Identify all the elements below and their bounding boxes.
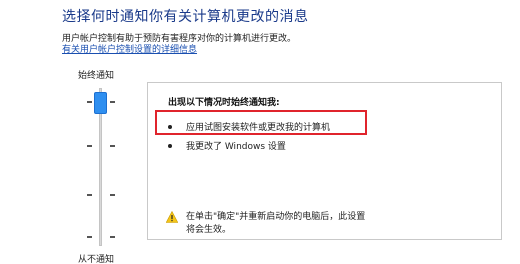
slider-tick (110, 101, 115, 103)
page-title: 选择何时通知你有关计算机更改的消息 (62, 9, 309, 25)
warning-triangle-icon (166, 211, 178, 223)
slider-tick (110, 145, 115, 147)
highlight-annotation (155, 110, 367, 135)
bullet-icon (168, 143, 172, 148)
notification-level-slider[interactable] (83, 84, 119, 250)
uac-settings-page: 选择何时通知你有关计算机更改的消息 用户帐户控制有助于预防有害程序对你的计算机进… (0, 0, 520, 264)
slider-tick (87, 145, 92, 147)
list-item: 我更改了 Windows 设置 (168, 139, 286, 152)
list-item-text: 我更改了 Windows 设置 (186, 142, 286, 152)
slider-tick (110, 236, 115, 238)
uac-info-link[interactable]: 有关用户帐户控制设置的详细信息 (62, 42, 197, 55)
notification-info-panel: 出现以下情况时始终通知我: 应用试图安装软件或更改我的计算机 我更改了 Wind… (147, 82, 502, 240)
panel-heading: 出现以下情况时始终通知我: (168, 98, 280, 108)
slider-tick (87, 236, 92, 238)
slider-top-label: 始终通知 (78, 71, 115, 81)
slider-bottom-label: 从不通知 (78, 255, 115, 264)
slider-tick (87, 101, 92, 103)
warning-text: 在单击"确定"并重新启动你的电脑后，此设置将会生效。 (186, 212, 366, 235)
slider-tick (110, 194, 115, 196)
slider-thumb[interactable] (94, 92, 107, 114)
slider-tick (87, 194, 92, 196)
